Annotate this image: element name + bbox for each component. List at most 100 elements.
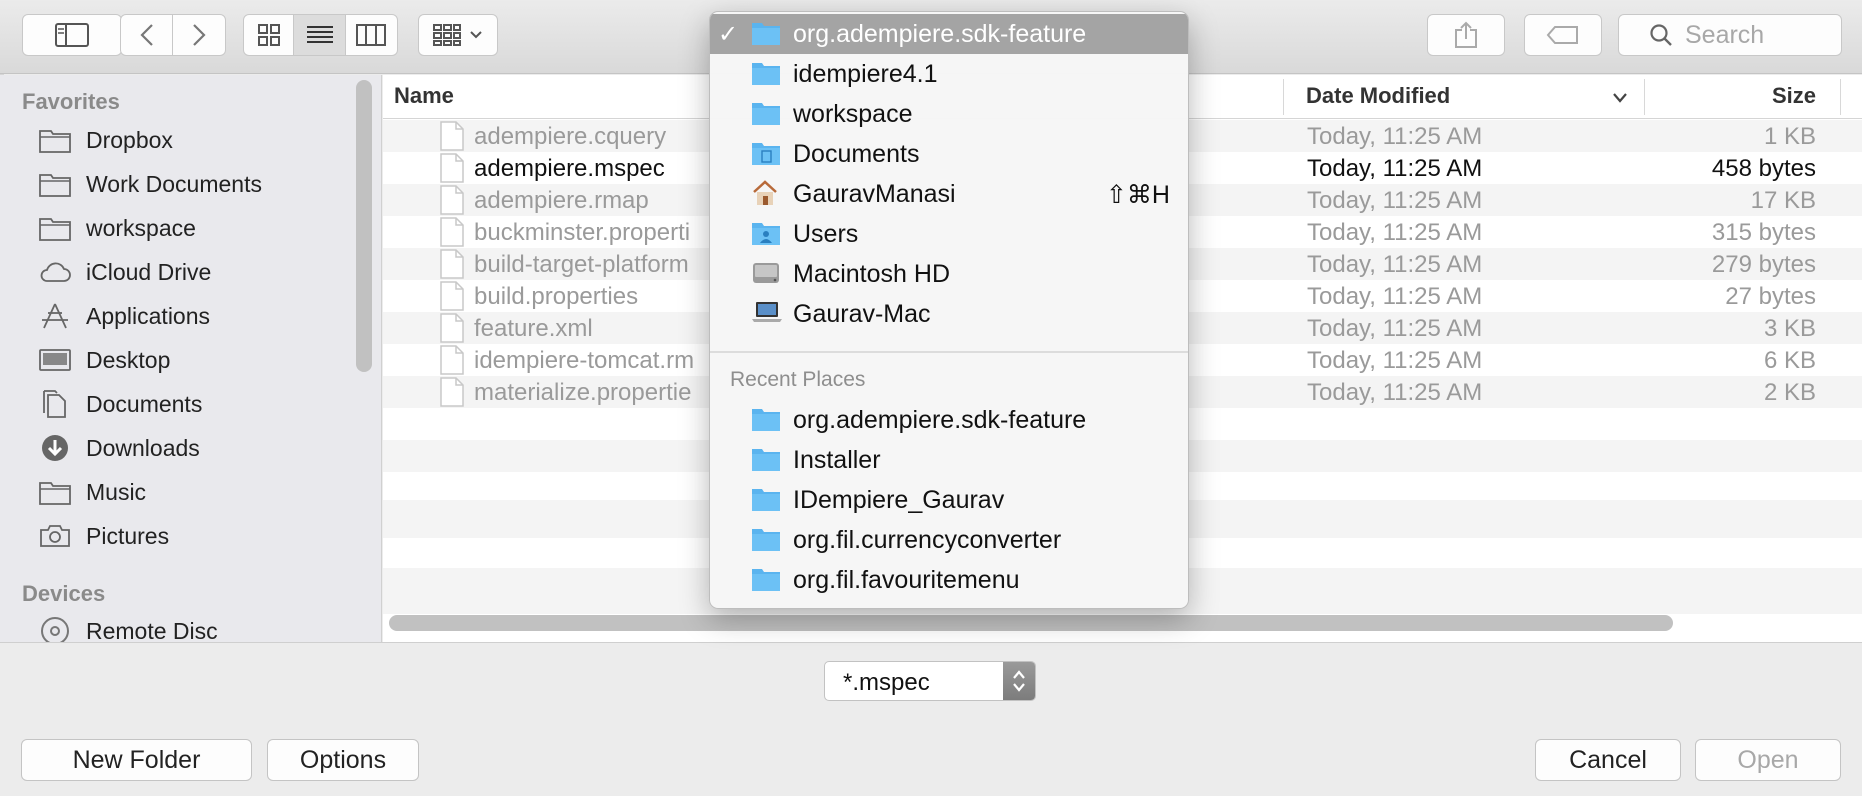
sidebar-item-documents[interactable]: Documents: [38, 384, 202, 424]
menu-item[interactable]: Installer: [710, 440, 1188, 480]
menu-item[interactable]: Documents: [710, 134, 1188, 174]
menu-item[interactable]: Gaurav-Mac: [710, 294, 1188, 334]
sidebar-item-label: Desktop: [86, 346, 171, 373]
menu-item-label: Users: [793, 220, 859, 248]
tags-button[interactable]: [1524, 14, 1602, 56]
column-separator: [1644, 79, 1645, 115]
search-field[interactable]: Search: [1618, 14, 1842, 56]
file-type-filter-select[interactable]: *.mspec: [824, 661, 1036, 701]
open-button[interactable]: Open: [1695, 739, 1841, 781]
folder-icon: [751, 526, 781, 559]
menu-item-label: org.adempiere.sdk-feature: [793, 406, 1087, 434]
folder-icon: [38, 169, 72, 199]
menu-item[interactable]: IDempiere_Gaurav: [710, 480, 1188, 520]
file-size: 17 KB: [1750, 187, 1816, 214]
menu-item-label: Gaurav-Mac: [793, 300, 931, 328]
menu-item[interactable]: idempiere4.1: [710, 54, 1188, 94]
menu-item-label: Documents: [793, 140, 920, 168]
folder-icon: [751, 446, 781, 479]
sidebar-toggle-button[interactable]: [22, 14, 122, 56]
sidebar-item-downloads[interactable]: Downloads: [38, 428, 200, 468]
sidebar-item-workspace[interactable]: workspace: [38, 208, 196, 248]
sidebar-icon: [55, 23, 89, 47]
arrange-button[interactable]: [418, 14, 498, 56]
menu-item-label: GauravManasi: [793, 180, 956, 208]
bottom-bar: *.mspec New Folder Options Cancel Open: [0, 642, 1862, 796]
sidebar-item-desktop[interactable]: Desktop: [38, 340, 170, 380]
file-name: feature.xml: [474, 315, 593, 342]
folder-icon: [38, 477, 72, 507]
sidebar-scrollbar[interactable]: [356, 80, 372, 372]
sidebar-item-label: Remote Disc: [86, 617, 218, 643]
menu-item[interactable]: workspace: [710, 94, 1188, 134]
column-view-button[interactable]: [346, 15, 397, 55]
file-size: 27 bytes: [1725, 283, 1816, 310]
share-icon: [1455, 21, 1477, 48]
arrange-icon: [433, 24, 461, 46]
tag-icon: [1546, 26, 1578, 44]
column-header-date-modified[interactable]: Date Modified: [1306, 83, 1450, 109]
documents-folder-icon: [751, 140, 781, 173]
devices-heading: Devices: [22, 581, 106, 606]
menu-item[interactable]: org.adempiere.sdk-feature: [710, 400, 1188, 440]
desktop-icon: [38, 345, 72, 375]
list-icon: [306, 26, 333, 43]
list-view-button[interactable]: [294, 15, 346, 55]
new-folder-button[interactable]: New Folder: [21, 739, 252, 781]
icon-view-button[interactable]: [244, 15, 295, 55]
checkmark-icon: ✓: [718, 21, 739, 48]
back-button[interactable]: [121, 15, 174, 55]
file-name: idempiere-tomcat.rm: [474, 347, 695, 374]
path-dropdown-menu: ✓ org.adempiere.sdk-feature idempiere4.1 wo…: [709, 11, 1189, 609]
folder-icon: [751, 60, 781, 93]
file-name: adempiere.cquery: [474, 123, 667, 150]
recent-places-heading: Recent Places: [730, 368, 866, 391]
select-stepper[interactable]: [1003, 662, 1035, 700]
menu-item[interactable]: Macintosh HD: [710, 254, 1188, 294]
file-date-modified: Today, 11:25 AM: [1307, 315, 1483, 342]
menu-item-label: workspace: [793, 100, 913, 128]
sidebar-item-music[interactable]: Music: [38, 472, 146, 512]
sidebar-item-work-documents[interactable]: Work Documents: [38, 164, 262, 204]
menu-item-label: org.fil.favouritemenu: [793, 566, 1020, 594]
horizontal-scrollbar[interactable]: [389, 615, 1673, 631]
file-date-modified: Today, 11:25 AM: [1307, 123, 1483, 150]
sidebar-item-applications[interactable]: Applications: [38, 296, 210, 336]
share-button[interactable]: [1427, 14, 1505, 56]
users-folder-icon: [751, 220, 781, 253]
menu-divider: [710, 351, 1188, 353]
folder-icon: [751, 20, 781, 53]
file-size: 315 bytes: [1711, 219, 1816, 246]
menu-item-shortcut: ⇧⌘H: [1105, 181, 1170, 209]
menu-item[interactable]: Users: [710, 214, 1188, 254]
sidebar-item-pictures[interactable]: Pictures: [38, 516, 169, 556]
options-button[interactable]: Options: [267, 739, 419, 781]
sidebar-item-dropbox[interactable]: Dropbox: [38, 120, 173, 160]
menu-item-label: org.adempiere.sdk-feature: [793, 20, 1087, 48]
folder-icon: [751, 406, 781, 439]
menu-item-label: idempiere4.1: [793, 60, 938, 88]
file-name: adempiere.mspec: [474, 155, 665, 182]
menu-item[interactable]: org.fil.favouritemenu: [710, 560, 1188, 600]
cancel-button[interactable]: Cancel: [1535, 739, 1681, 781]
camera-icon: [38, 521, 72, 551]
folder-icon: [38, 125, 72, 155]
sidebar-item-label: Work Documents: [86, 170, 262, 197]
folder-icon: [751, 486, 781, 519]
sidebar-item-label: Documents: [86, 390, 203, 417]
menu-item[interactable]: ✓ org.adempiere.sdk-feature: [710, 14, 1188, 54]
menu-item[interactable]: GauravManasi ⇧⌘H: [710, 174, 1188, 214]
menu-item-label: org.fil.currencyconverter: [793, 526, 1062, 554]
column-header-size[interactable]: Size: [1772, 83, 1816, 109]
disc-icon: [38, 616, 72, 642]
menu-item[interactable]: org.fil.currencyconverter: [710, 520, 1188, 560]
sidebar-item-icloud-drive[interactable]: iCloud Drive: [38, 252, 211, 292]
column-header-name[interactable]: Name: [394, 83, 454, 109]
sidebar-item-label: Applications: [86, 302, 211, 329]
sort-chevron-down-icon: [1613, 93, 1627, 103]
chevron-updown-icon: [1013, 670, 1025, 692]
forward-button[interactable]: [173, 15, 225, 55]
sidebar-item-remote-disc[interactable]: Remote Disc: [38, 611, 218, 642]
downloads-icon: [38, 433, 72, 463]
file-name: buckminster.properti: [474, 219, 691, 246]
